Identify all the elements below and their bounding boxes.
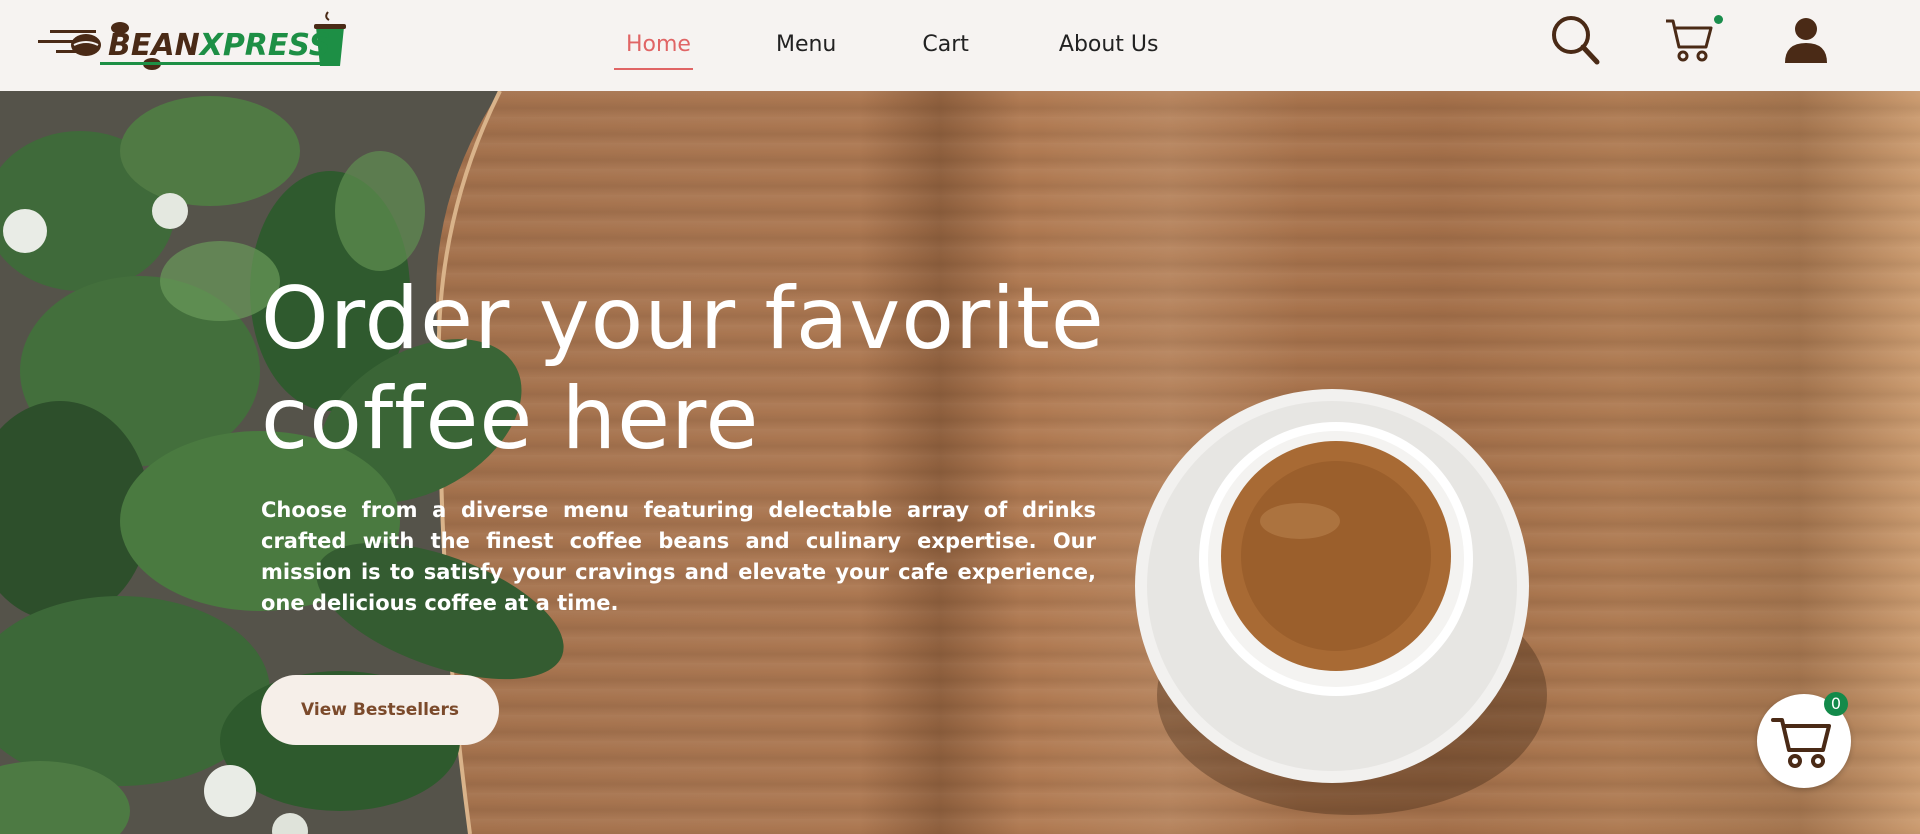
user-icon[interactable]	[1780, 14, 1832, 66]
hero-description: Choose from a diverse menu featuring del…	[261, 498, 1096, 615]
nav-about-us[interactable]: About Us	[1059, 32, 1159, 66]
hero-title-line1: Order your favorite	[261, 269, 1105, 369]
brand-logo[interactable]: BEANXPRESS	[36, 8, 356, 78]
cart-icon	[1771, 718, 1831, 768]
hero-title-line2: coffee here	[261, 369, 760, 469]
hero-title: Order your favorite coffee here	[261, 269, 1261, 469]
site-header: BEANXPRESS Home Menu Cart About Us	[0, 0, 1920, 91]
logo-xpress: XPRESS	[199, 28, 331, 63]
cart-count-badge: 0	[1824, 692, 1848, 716]
cart-icon[interactable]	[1664, 14, 1716, 66]
logo-wordmark: BEANXPRESS	[108, 28, 331, 63]
cart-notification-dot	[1714, 15, 1723, 24]
search-icon[interactable]	[1550, 14, 1602, 66]
nav-menu[interactable]: Menu	[776, 32, 836, 66]
hero-section: Order your favorite coffee here Choose f…	[0, 91, 1920, 834]
logo-underline	[100, 62, 340, 65]
logo-bean: BEAN	[108, 28, 200, 63]
nav-home[interactable]: Home	[614, 32, 693, 70]
main-nav: Home Menu Cart About Us	[614, 32, 1159, 70]
view-bestsellers-button[interactable]: View Bestsellers	[261, 675, 499, 745]
nav-cart[interactable]: Cart	[922, 32, 969, 66]
